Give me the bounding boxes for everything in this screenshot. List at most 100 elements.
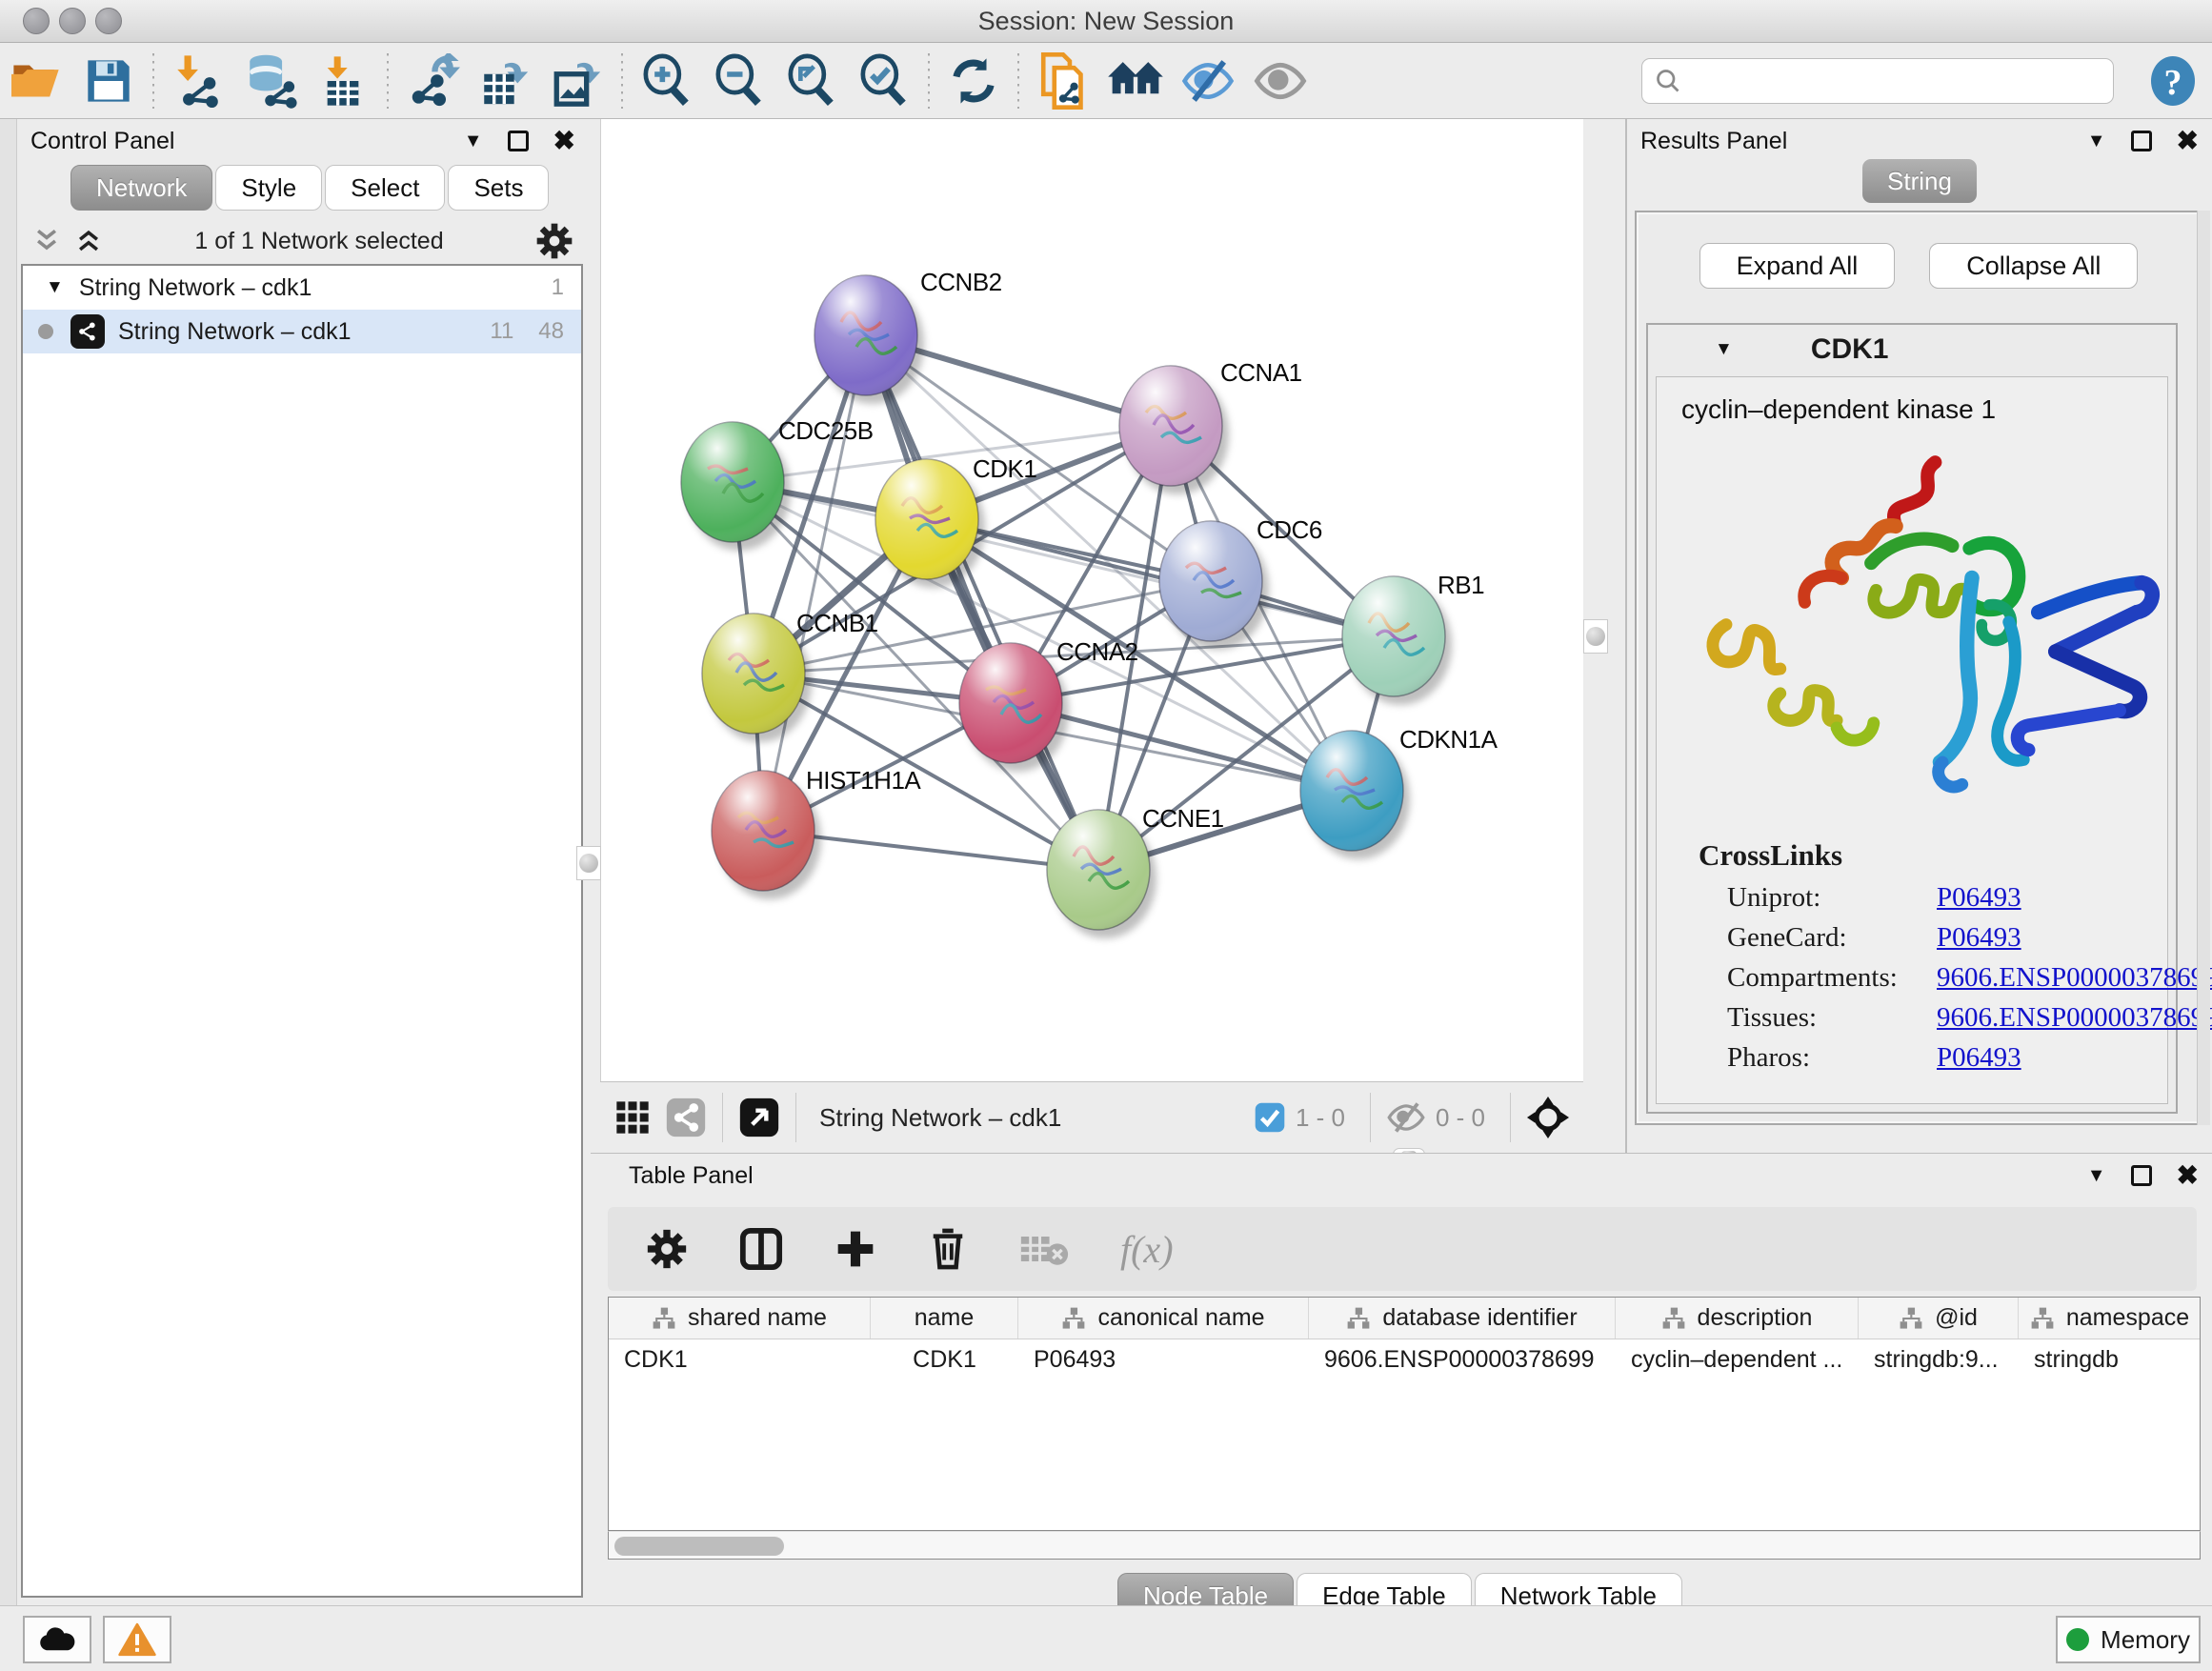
grid-mode-icon[interactable] [613,1098,652,1137]
table-settings-gear-icon[interactable] [646,1228,688,1270]
node-CDC25B[interactable]: CDC25B [681,416,874,551]
float-panel-icon[interactable] [508,131,529,151]
hide-selected-button[interactable] [1172,48,1244,114]
crosslink-link[interactable]: P06493 [1937,922,2021,954]
node-CCNB1[interactable]: CCNB1 [702,609,878,742]
node-HIST1H1A[interactable]: HIST1H1A [712,766,921,899]
crosslink-label: GeneCard: [1727,922,1937,954]
separator [1510,1093,1511,1142]
save-session-button[interactable] [72,48,145,114]
toolbar-separator [1017,53,1019,109]
warnings-button[interactable] [103,1616,171,1663]
first-neighbors-button[interactable] [1099,48,1172,114]
zoom-in-button[interactable] [631,48,703,114]
copy-network-button[interactable] [1027,48,1099,114]
refresh-button[interactable] [937,48,1010,114]
collapse-all-icon[interactable] [32,226,61,256]
close-panel-icon[interactable]: ✖ [2177,1165,2199,1186]
gear-icon[interactable] [535,222,573,260]
column-header-namespace[interactable]: namespace [2019,1298,2201,1339]
panel-menu-icon[interactable]: ▼ [2087,131,2106,152]
table-cell: P06493 [1018,1339,1309,1379]
network-collection-row[interactable]: ▼ String Network – cdk1 1 [23,266,581,310]
zoom-out-button[interactable] [703,48,775,114]
fit-content-crosshair-icon[interactable] [1526,1096,1570,1139]
zoom-selected-button[interactable] [848,48,920,114]
delete-trash-icon[interactable] [928,1227,968,1271]
memory-button[interactable]: Memory [2056,1616,2201,1663]
node-CDKN1A[interactable]: CDKN1A [1300,725,1498,859]
node-label-CCNA1: CCNA1 [1220,358,1302,387]
node-CCNA1[interactable]: CCNA1 [1119,358,1302,494]
node-RB1[interactable]: RB1 [1342,571,1484,705]
help-icon: ? [2149,54,2197,108]
show-all-button[interactable] [1244,48,1317,114]
column-header-canonical-name[interactable]: canonical name [1018,1298,1309,1339]
node-label-HIST1H1A: HIST1H1A [806,766,921,795]
help-button[interactable]: ? [2149,54,2197,108]
float-panel-icon[interactable] [2131,131,2152,151]
export-table-icon [477,53,533,109]
import-network-from-database-button[interactable] [234,48,307,114]
import-table-button[interactable] [307,48,379,114]
expand-all-button[interactable]: Expand All [1699,243,1896,289]
add-column-plus-icon[interactable] [835,1228,876,1270]
tab-network[interactable]: Network [70,165,212,211]
crosslink-row: Tissues:9606.ENSP00000378699 [1727,1002,2167,1034]
node-CDC6[interactable]: CDC6 [1159,515,1322,650]
panel-menu-icon[interactable]: ▼ [464,131,483,152]
node-CCNE1[interactable]: CCNE1 [1047,804,1224,938]
node-CCNB2[interactable]: CCNB2 [814,268,1002,404]
cloud-button[interactable] [23,1616,91,1663]
network-canvas[interactable]: CCNB2CCNA1CDC25BCDK1CDC6RB1CCNB1CCNA2CDK… [600,119,1583,1081]
collapse-triangle-icon[interactable]: ▼ [1715,339,1733,360]
close-panel-icon[interactable]: ✖ [2177,131,2199,151]
gene-section-header[interactable]: ▼ CDK1 [1648,325,2176,374]
annotation-share-icon[interactable] [665,1097,707,1138]
export-network-button[interactable] [396,48,469,114]
network-graph[interactable]: CCNB2CCNA1CDC25BCDK1CDC6RB1CCNB1CCNA2CDK… [601,119,1584,1081]
delete-table-icon[interactable] [1019,1230,1069,1268]
column-header-id[interactable]: @id [1859,1298,2019,1339]
crosslink-link[interactable]: P06493 [1937,1042,2021,1074]
crosslink-link[interactable]: 9606.ENSP00000378699 [1937,962,2212,994]
table-cell: CDK1 [871,1339,1018,1379]
left-splitter-handle[interactable] [576,846,601,880]
import-network-button[interactable] [162,48,234,114]
collapse-all-button[interactable]: Collapse All [1929,243,2138,289]
show-columns-icon[interactable] [739,1227,783,1271]
table-horizontal-scrollbar[interactable] [608,1531,2201,1560]
birdseye-view-icon[interactable] [738,1097,780,1138]
table-row[interactable]: CDK1CDK1P064939606.ENSP00000378699cyclin… [609,1339,2200,1379]
column-header-database-identifier[interactable]: database identifier [1309,1298,1616,1339]
tab-style[interactable]: Style [215,165,322,211]
function-builder-icon[interactable]: f(x) [1120,1227,1174,1272]
scrollbar-thumb[interactable] [614,1537,784,1556]
export-image-button[interactable] [541,48,613,114]
tab-select[interactable]: Select [325,165,445,211]
eye-gray-icon [1253,55,1308,107]
table-header-row: shared namenamecanonical namedatabase id… [609,1298,2200,1339]
selected-checkbox-icon[interactable] [1254,1101,1286,1134]
results-scrollbar[interactable] [2197,211,2210,1125]
zoom-fit-button[interactable] [775,48,848,114]
expand-all-icon[interactable] [74,226,103,256]
hidden-eye-icon[interactable] [1386,1100,1426,1135]
export-table-button[interactable] [469,48,541,114]
column-header-description[interactable]: description [1616,1298,1859,1339]
float-panel-icon[interactable] [2131,1165,2152,1186]
network-row-selected[interactable]: String Network – cdk1 11 48 [23,310,581,353]
collapse-triangle-icon[interactable]: ▼ [46,277,64,298]
crosslink-link[interactable]: 9606.ENSP00000378699 [1937,1002,2212,1034]
column-header-name[interactable]: name [871,1298,1018,1339]
tab-string[interactable]: String [1862,159,1977,203]
search-input[interactable] [1682,67,2082,96]
close-panel-icon[interactable]: ✖ [553,131,575,151]
memory-status-dot [2066,1628,2089,1651]
tab-sets[interactable]: Sets [448,165,549,211]
right-splitter-handle[interactable] [1583,619,1608,654]
column-header-shared-name[interactable]: shared name [609,1298,871,1339]
panel-menu-icon[interactable]: ▼ [2087,1165,2106,1187]
crosslink-link[interactable]: P06493 [1937,882,2021,914]
open-session-button[interactable] [0,48,72,114]
